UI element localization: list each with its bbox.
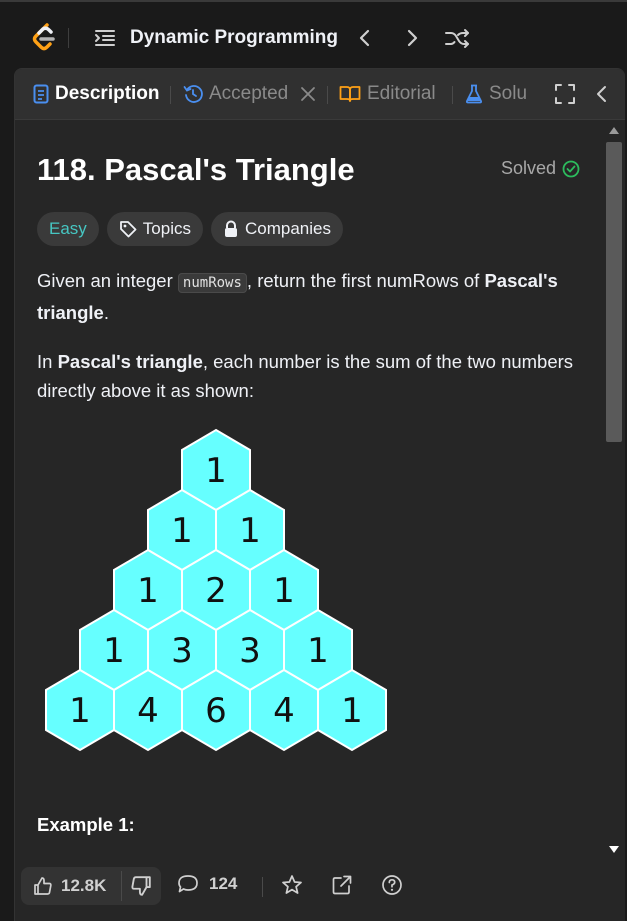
expand-icon[interactable] [554,83,576,105]
tab-editorial-label: Editorial [367,83,436,104]
example-title: Example 1: [37,814,135,835]
comments-button[interactable]: 124 [177,874,237,894]
problem-list-title[interactable]: Dynamic Programming [130,27,338,49]
tab-divider [327,86,328,104]
comment-count: 124 [209,874,238,893]
tab-accepted-label: Accepted [209,83,289,104]
tag-icon [119,221,137,238]
like-button[interactable]: 12.8K [21,867,121,905]
explanation-text: In [37,351,58,372]
tab-editorial[interactable]: Editorial [339,82,436,106]
close-icon[interactable] [298,84,318,104]
pascal-hex-value: 1 [205,451,227,491]
statement-text: , return the first numRows of [246,270,485,291]
help-icon[interactable] [381,874,403,896]
scroll-down-arrow-icon[interactable] [609,846,619,854]
comment-icon [178,875,198,893]
chevron-left-icon[interactable] [595,83,609,105]
tab-bar: Description Accepted Editorial Solu [15,69,625,120]
vote-group: 12.8K [21,867,161,905]
top-nav: Dynamic Programming [0,0,627,68]
thumbs-down-icon[interactable] [129,875,153,897]
tab-divider [170,86,171,104]
check-circle-icon [562,160,580,177]
pascal-hex-value: 4 [137,691,159,731]
share-icon[interactable] [331,874,353,896]
tab-accepted[interactable]: Accepted [183,82,288,106]
problem-tags: Easy Topics Companies [37,212,343,246]
problem-explanation: In Pascal's triangle, each number is the… [37,347,592,405]
bottom-toolbar: 12.8K 124 [15,865,625,921]
scrollbar-thumb[interactable] [606,142,622,442]
book-icon [339,86,361,102]
pascal-hex-value: 3 [171,631,193,671]
toolbar-divider [262,877,263,897]
problem-title[interactable]: 118. Pascal's Triangle [37,152,355,188]
problem-list-icon[interactable] [94,28,116,48]
inline-code: numRows [177,273,247,293]
chevron-right-icon[interactable] [402,26,422,50]
pascal-hex-value: 1 [239,511,261,551]
statement-text: Given an integer [37,270,178,291]
companies-button[interactable]: Companies [210,212,343,246]
companies-label: Companies [244,219,331,238]
flask-icon [465,84,483,104]
history-icon [183,85,203,103]
description-icon [33,84,49,104]
tab-divider [452,86,453,104]
vote-divider [121,871,122,901]
statement-text: . [103,302,109,323]
difficulty-badge: Easy [37,212,99,246]
pascal-hex-value: 1 [307,631,329,671]
problem-content: 118. Pascal's Triangle Solved Easy Topic… [15,120,601,865]
pascal-triangle-image: 11 11 2 11 3 3 11 4 6 4 1 [45,428,387,752]
pascal-hex-value: 1 [137,571,159,611]
topics-button[interactable]: Topics [106,212,203,246]
solved-label: Solved [501,158,557,178]
leetcode-logo-icon[interactable] [30,22,58,52]
tab-solutions[interactable]: Solu [465,82,541,106]
star-icon[interactable] [281,874,303,896]
tab-description[interactable]: Description [33,82,160,106]
nav-divider [68,28,69,48]
like-count: 12.8K [61,876,107,895]
description-panel: Description Accepted Editorial Solu 118.… [14,68,625,921]
scrollbar[interactable] [603,120,625,865]
pascal-hex-value: 1 [69,691,91,731]
scroll-up-arrow-icon[interactable] [609,126,619,134]
topics-label: Topics [142,219,191,238]
pascal-hex-value: 6 [205,691,227,731]
explanation-bold: Pascal's triangle [57,351,203,372]
thumbs-up-icon [34,877,52,895]
pascal-hex-value: 3 [239,631,261,671]
pascal-hex-value: 4 [273,691,295,731]
chevron-left-icon[interactable] [355,26,375,50]
problem-statement: Given an integer numRows, return the fir… [37,266,592,327]
pascal-hex-value: 1 [103,631,125,671]
shuffle-icon[interactable] [443,26,471,50]
solved-status: Solved [501,158,580,179]
lock-icon [224,220,237,237]
pascal-hex-value: 1 [273,571,295,611]
tab-description-label: Description [55,83,160,104]
pascal-hex-value: 2 [205,571,227,611]
tab-solutions-label: Solu [489,83,528,104]
pascal-hex-value: 1 [171,511,193,551]
pascal-hex-value: 1 [341,691,363,731]
